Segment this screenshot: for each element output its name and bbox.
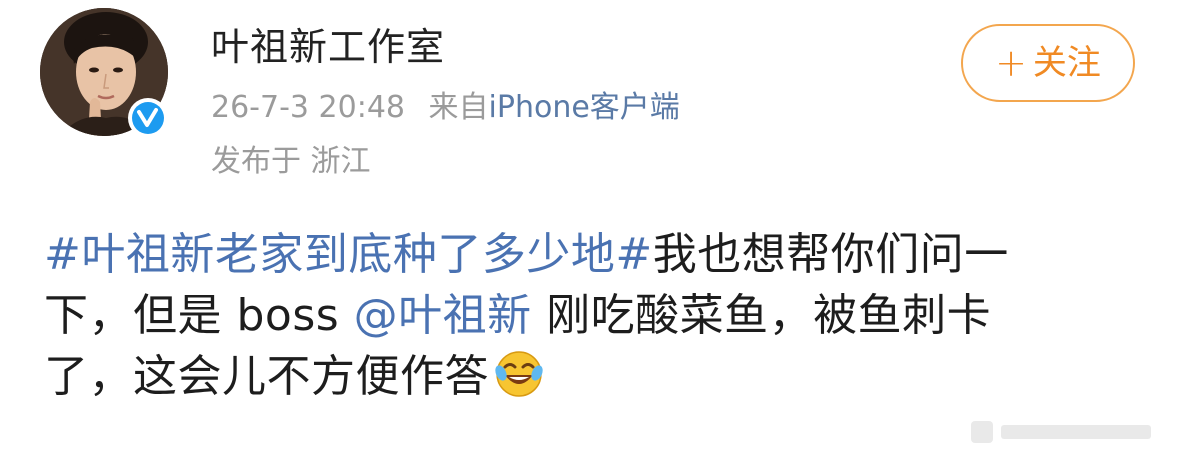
topic-link[interactable]: #叶祖新老家到底种了多少地# — [44, 229, 653, 280]
follow-button[interactable]: + 关注 — [961, 24, 1135, 102]
plus-icon: + — [995, 41, 1027, 85]
post-meta: 26-7-3 20:48 来自iPhone客户端 — [211, 88, 680, 128]
post-text-2b: 刚吃酸菜鱼，被鱼刺卡 — [531, 290, 992, 341]
follow-label: 关注 — [1032, 43, 1101, 83]
location-text: 发布于 浙江 — [211, 144, 371, 179]
post-body: #叶祖新老家到底种了多少地#我也想帮你们问一 下，但是 boss @叶祖新 刚吃… — [44, 224, 1104, 407]
post-line-1: #叶祖新老家到底种了多少地#我也想帮你们问一 — [44, 224, 1104, 285]
post-text-2a: 下，但是 boss — [44, 290, 354, 341]
laughing-crying-emoji-icon — [493, 347, 545, 399]
post-text-3: 了，这会儿不方便作答 — [44, 351, 489, 402]
source-prefix: 来自 — [428, 90, 489, 125]
verified-badge-icon — [128, 98, 168, 138]
post-text-1: 我也想帮你们问一 — [652, 229, 1009, 280]
watermark — [971, 415, 1161, 449]
source-link[interactable]: iPhone客户端 — [489, 90, 680, 125]
post-line-3: 了，这会儿不方便作答 — [44, 346, 1104, 407]
post-line-2: 下，但是 boss @叶祖新 刚吃酸菜鱼，被鱼刺卡 — [44, 285, 1104, 346]
username[interactable]: 叶祖新工作室 — [211, 22, 445, 72]
mention-link[interactable]: @叶祖新 — [354, 290, 532, 341]
timestamp: 26-7-3 20:48 — [211, 90, 405, 125]
